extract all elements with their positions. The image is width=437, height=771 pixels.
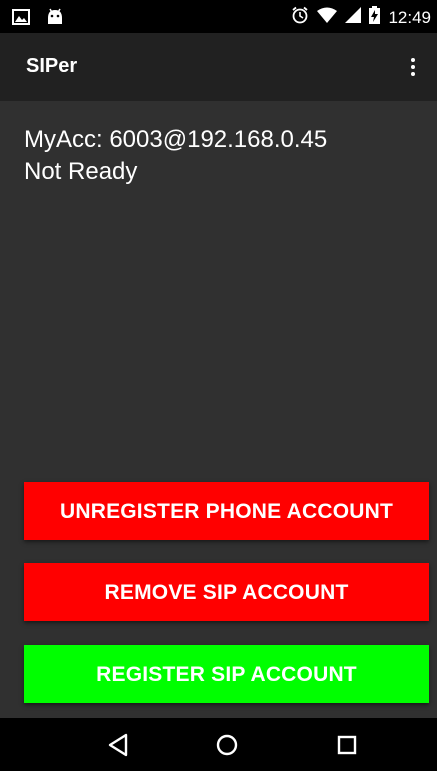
unregister-phone-account-button[interactable]: UNREGISTER PHONE ACCOUNT [24,482,429,540]
android-icon [46,8,64,31]
app-bar: SIPer [0,33,437,101]
main-content: MyAcc: 6003@192.168.0.45 Not Ready UNREG… [0,101,437,718]
status-right-icons: 12:49 [291,6,431,29]
image-icon [12,9,30,30]
status-left-icons [12,8,64,31]
status-label: Not Ready [24,158,138,185]
screen: 12:49 SIPer MyAcc: 6003@192.168.0.45 Not… [0,0,437,771]
remove-sip-account-button[interactable]: REMOVE SIP ACCOUNT [24,563,429,621]
status-bar: 12:49 [0,0,437,33]
account-label: MyAcc: 6003@192.168.0.45 [24,126,328,153]
status-time: 12:49 [388,7,431,27]
recents-icon[interactable] [332,730,362,760]
app-title: SIPer [26,55,78,77]
alarm-icon [291,6,309,29]
more-vert-icon[interactable] [399,51,427,83]
home-icon[interactable] [212,730,242,760]
wifi-icon [317,7,338,28]
back-icon[interactable] [104,730,134,760]
navigation-bar [0,718,437,771]
battery-icon [369,6,381,29]
signal-icon [345,7,362,28]
register-sip-account-button[interactable]: REGISTER SIP ACCOUNT [24,645,429,703]
